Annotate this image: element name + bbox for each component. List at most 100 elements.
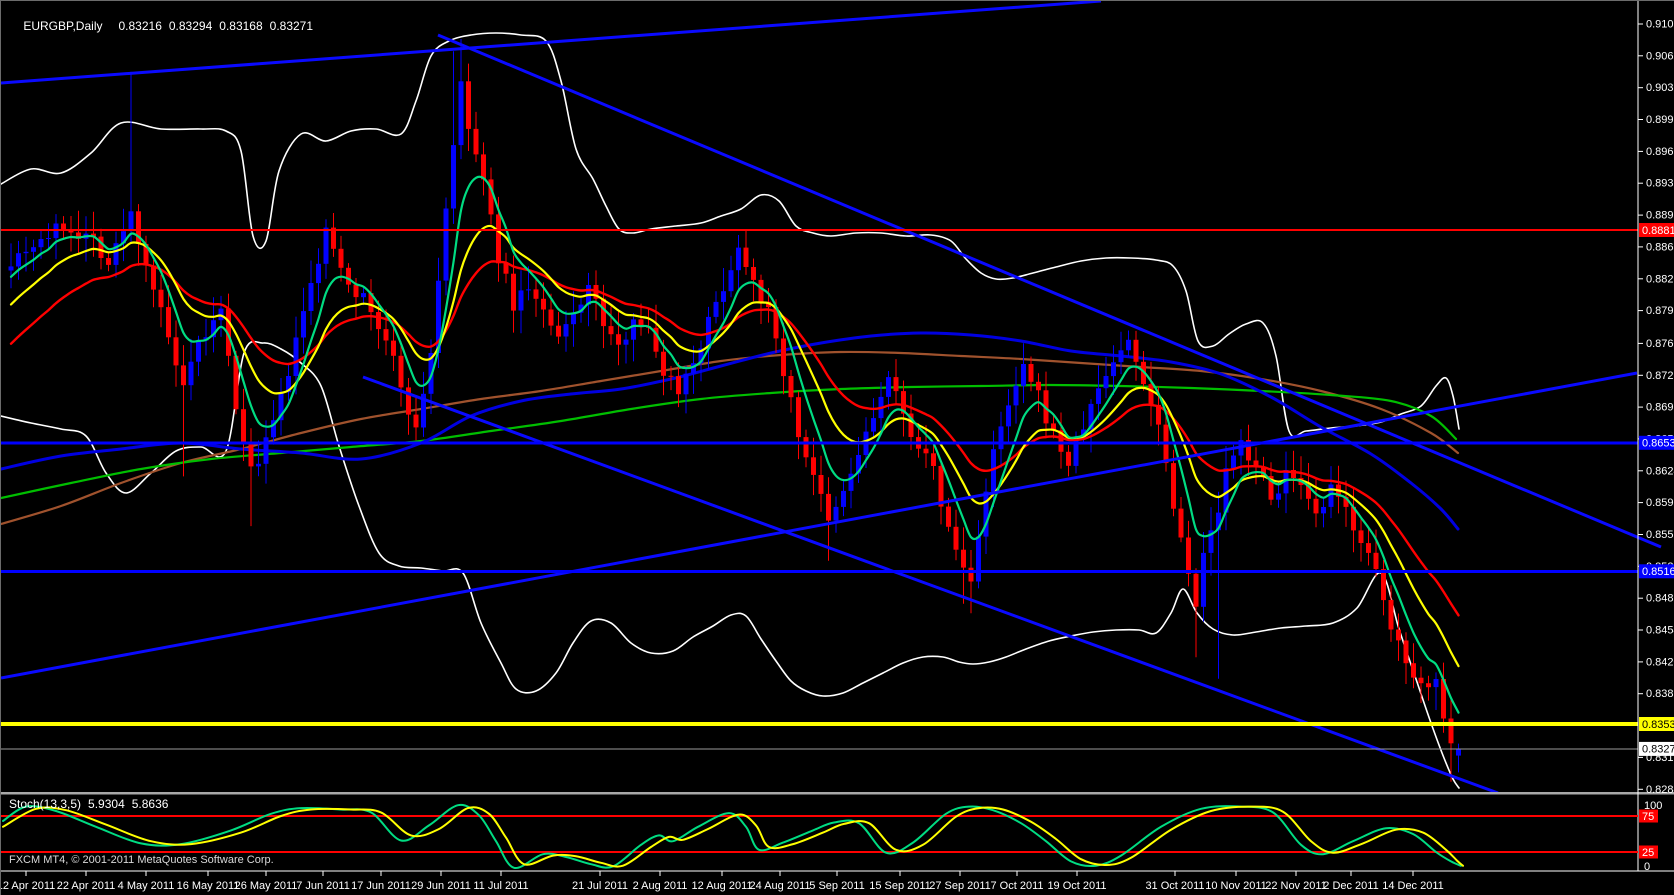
date-axis-label: 16 May 2011 <box>177 880 240 892</box>
candle-body <box>1178 508 1184 538</box>
candle-body <box>31 247 36 252</box>
date-axis-label: 11 Jul 2011 <box>473 880 528 892</box>
candle-body <box>1133 339 1139 362</box>
candle-body <box>1411 663 1416 678</box>
candle-body <box>308 283 314 311</box>
current-price-badge: 0.83271 <box>1639 741 1674 756</box>
price-axis-label: 0.87950 <box>1646 305 1674 317</box>
candle-body <box>466 81 471 129</box>
price-axis-label: 0.89650 <box>1646 146 1674 158</box>
price-axis-label: 0.88290 <box>1646 273 1674 285</box>
candle-body <box>188 361 194 386</box>
candle-body <box>803 437 809 458</box>
candle-body <box>218 308 224 321</box>
price-level-badge-text: 0.86539 <box>1642 438 1674 450</box>
chart-canvas[interactable]: 0.91010 0.90670 0.90330 0.89990 0.89650 0.893… <box>1 1 1674 895</box>
candle-body <box>668 375 674 377</box>
price-axis-label: 0.83860 <box>1646 688 1674 700</box>
candle-body <box>1013 385 1019 406</box>
candle-body <box>736 247 741 271</box>
candle-body <box>1171 463 1176 509</box>
date-axis-label: 5 Sep 2011 <box>809 880 864 892</box>
candle-body <box>496 214 501 264</box>
candle-body <box>263 437 269 464</box>
candle-body <box>796 397 801 438</box>
candle-body <box>676 376 681 395</box>
candle-body <box>631 319 636 340</box>
date-axis-label: 12 Apr 2011 <box>1 880 55 892</box>
candle-body <box>758 279 764 302</box>
candle-body <box>1433 679 1439 688</box>
candle-body <box>1456 748 1461 756</box>
candle-body <box>781 338 786 377</box>
candle-body <box>623 339 629 345</box>
candle-body <box>1186 537 1191 574</box>
candle-body <box>608 326 614 335</box>
candle-body <box>1276 493 1281 500</box>
candle-body <box>1231 455 1236 469</box>
price-axis-label: 0.84200 <box>1646 656 1674 668</box>
candle-body <box>46 238 51 239</box>
candle-body <box>1036 381 1041 391</box>
price-axis-label: 0.91010 <box>1646 19 1674 31</box>
date-axis-label: 14 Dec 2011 <box>1382 880 1444 892</box>
high-value: 0.83294 <box>168 19 213 33</box>
date-axis-label: 26 May 2011 <box>235 880 298 892</box>
candle-body <box>166 307 171 338</box>
candle-body <box>556 325 561 337</box>
candle-body <box>931 453 936 466</box>
low-value: 0.83168 <box>219 19 263 33</box>
date-axis-label: 22 Apr 2011 <box>57 880 116 892</box>
price-axis-label: 0.87260 <box>1646 370 1674 382</box>
candle-body <box>946 506 951 527</box>
date-axis-label: 10 Nov 2011 <box>1205 880 1267 892</box>
price-axis-label: 0.82840 <box>1646 784 1674 796</box>
candle-body <box>248 444 254 467</box>
candle-body <box>811 457 816 475</box>
candle-body <box>1403 640 1409 664</box>
stochastic-d-value: 5.8636 <box>131 797 169 811</box>
candle-body <box>953 526 959 550</box>
date-axis-label: 7 Jun 2011 <box>296 880 350 892</box>
candle-body <box>1388 600 1394 630</box>
date-axis-label: 7 Oct 2011 <box>991 880 1044 892</box>
candle-body <box>398 355 404 388</box>
candle-body <box>533 289 539 299</box>
candle-body <box>1096 388 1101 404</box>
candle-body <box>886 377 891 397</box>
candle-body <box>721 291 726 302</box>
candle-body <box>661 351 666 376</box>
price-axis-label: 0.90330 <box>1646 82 1674 94</box>
mt4-chart-window: EURGBP,Daily 0.83216 0.83294 0.83168 0.83271… <box>0 0 1674 895</box>
stochastic-label: Stoch(13,3,5) 5.9304 5.8636 <box>9 797 175 811</box>
candle-body <box>128 211 134 232</box>
candle-body <box>1066 451 1071 466</box>
stoch-level-badge-text: 25 <box>1642 847 1654 859</box>
stoch-axis-label: 0 <box>1644 861 1650 873</box>
price-axis-label: 0.88970 <box>1646 210 1674 222</box>
date-axis-label: 2 Dec 2011 <box>1323 880 1378 892</box>
candle-body <box>1366 543 1371 553</box>
candle-body <box>458 81 464 146</box>
price-axis-label: 0.88630 <box>1646 241 1674 253</box>
candle-body <box>968 567 974 582</box>
price-axis-label: 0.84540 <box>1646 625 1674 637</box>
candle-body <box>503 263 509 274</box>
candle-body <box>16 253 21 267</box>
date-axis-label: 4 May 2011 <box>118 880 175 892</box>
close-value: 0.83271 <box>269 19 314 33</box>
candle-body <box>1103 376 1109 389</box>
date-axis-label: 12 Aug 2011 <box>692 880 753 892</box>
candle-body <box>173 337 179 366</box>
date-axis-label: 29 Jun 2011 <box>411 880 471 892</box>
candle-body <box>68 231 74 233</box>
candle-body <box>788 376 794 398</box>
date-axis-label: 22 Nov 2011 <box>1265 880 1327 892</box>
price-axis-label: 0.86240 <box>1646 465 1674 477</box>
price-axis-label: 0.89990 <box>1646 114 1674 126</box>
candle-body <box>616 334 621 345</box>
candle-body <box>1381 569 1386 601</box>
candle-body <box>826 493 831 521</box>
candle-body <box>1396 629 1401 641</box>
candle-body <box>256 463 261 467</box>
